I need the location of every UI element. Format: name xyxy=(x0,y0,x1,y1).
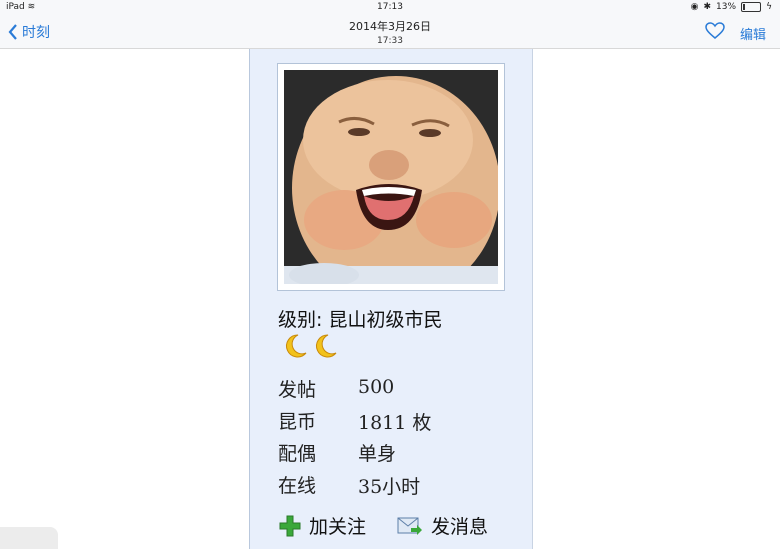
level-badges xyxy=(280,333,338,359)
avatar xyxy=(277,63,505,291)
charging-icon: ϟ xyxy=(766,2,772,12)
stat-label-coins: 昆币 xyxy=(278,411,317,433)
battery-icon xyxy=(741,2,762,12)
level-label: 级别: 昆山初级市民 xyxy=(278,309,443,331)
stat-value-posts: 500 xyxy=(358,376,395,398)
nav-title-date: 2014年3月26日 xyxy=(349,20,431,33)
moon-icon xyxy=(316,334,337,358)
battery-percent: 13% xyxy=(716,2,737,12)
follow-label: 加关注 xyxy=(309,516,367,538)
status-right: ◉ ✱ 13% ϟ xyxy=(691,2,772,12)
heart-icon[interactable] xyxy=(705,22,725,40)
plus-icon xyxy=(279,515,301,536)
follow-button[interactable]: 加关注 xyxy=(279,512,366,539)
stat-label-online: 在线 xyxy=(278,475,317,497)
mail-send-icon xyxy=(397,517,422,535)
orientation-lock-icon: ◉ xyxy=(690,2,699,12)
edit-button[interactable]: 编辑 xyxy=(740,24,766,43)
moon-icon xyxy=(286,334,307,358)
stat-label-posts: 发帖 xyxy=(278,379,317,401)
nav-title-time: 17:33 xyxy=(377,36,403,46)
stat-value-spouse: 单身 xyxy=(358,443,397,465)
baby-photo xyxy=(284,70,498,284)
send-message-label: 发消息 xyxy=(431,516,489,538)
stat-value-coins: 1811 枚 xyxy=(358,412,432,434)
status-bar: iPad ≋ 17:13 ◉ ✱ 13% ϟ xyxy=(0,0,780,16)
stat-label-spouse: 配偶 xyxy=(278,443,317,465)
send-message-button[interactable]: 发消息 xyxy=(397,512,488,539)
stat-value-online: 35小时 xyxy=(358,476,421,498)
nav-title: 2014年3月26日 17:33 xyxy=(0,18,780,46)
corner-overlay xyxy=(0,527,58,549)
status-time: 17:13 xyxy=(377,2,403,12)
bluetooth-icon: ✱ xyxy=(703,2,712,12)
nav-bar: 时刻 2014年3月26日 17:33 编辑 xyxy=(0,16,780,49)
